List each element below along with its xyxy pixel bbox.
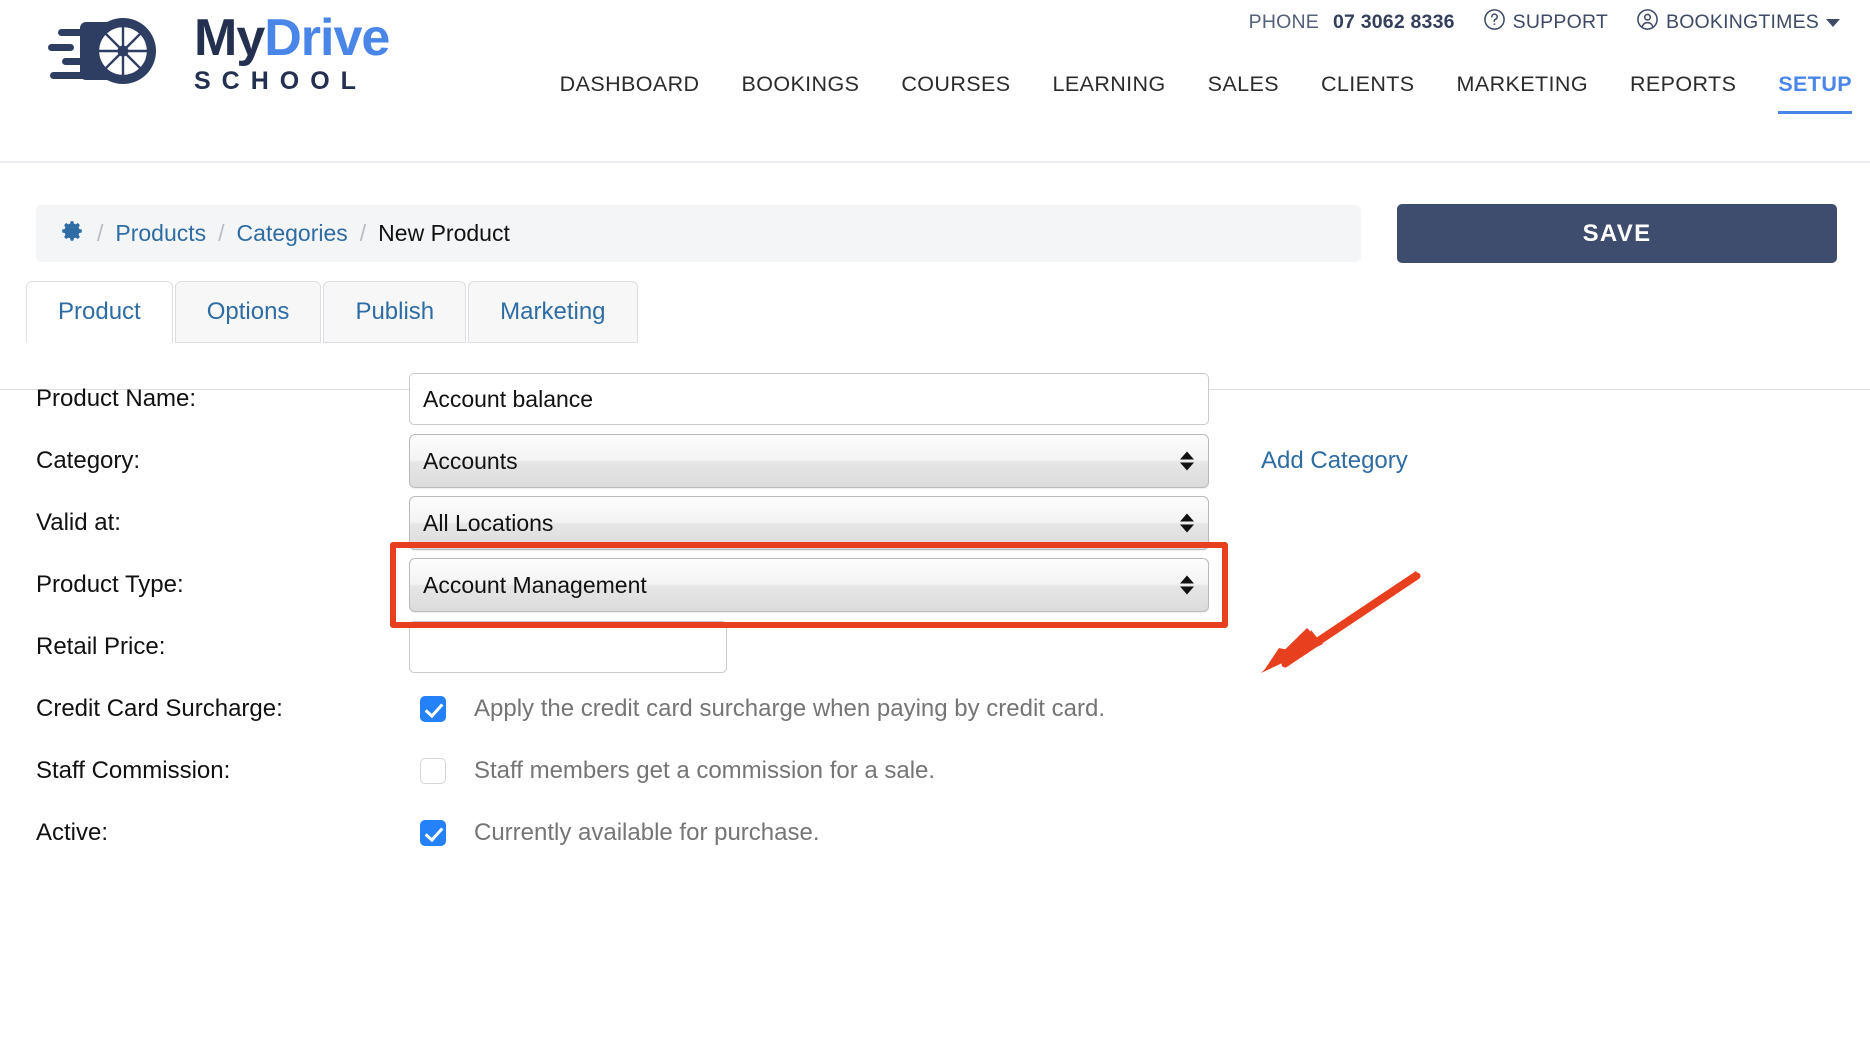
staff-commission-control: Staff members get a commission for a sal…	[409, 757, 935, 785]
logo-text-secondary: SCHOOL	[194, 67, 367, 95]
nav-item-courses[interactable]: COURSES	[901, 72, 1010, 111]
main-navigation: DASHBOARD BOOKINGS COURSES LEARNING SALE…	[560, 72, 1852, 114]
field-row-retail-price: Retail Price:	[36, 616, 1870, 678]
field-row-product-type: Product Type: Account Management	[36, 542, 1870, 628]
credit-card-surcharge-control: Apply the credit card surcharge when pay…	[409, 695, 1105, 723]
phone-number[interactable]: 07 3062 8336	[1333, 11, 1455, 34]
add-category-link[interactable]: Add Category	[1261, 447, 1408, 475]
breadcrumb-item-categories[interactable]: Categories	[237, 220, 348, 247]
user-circle-icon	[1636, 8, 1659, 37]
logo[interactable]: MyDrive SCHOOL	[48, 8, 390, 95]
label-retail-price: Retail Price:	[36, 633, 166, 660]
category-select-value: Accounts	[423, 447, 518, 474]
nav-item-dashboard[interactable]: DASHBOARD	[560, 72, 700, 111]
product-type-select-value: Account Management	[423, 571, 647, 598]
nav-item-bookings[interactable]: BOOKINGS	[741, 72, 859, 111]
logo-text-accent: Drive	[264, 9, 390, 67]
nav-item-reports[interactable]: REPORTS	[1630, 72, 1736, 111]
nav-item-clients[interactable]: CLIENTS	[1321, 72, 1415, 111]
logo-wordmark: MyDrive SCHOOL	[194, 8, 390, 95]
nav-item-setup[interactable]: SETUP	[1778, 72, 1852, 114]
retail-price-input[interactable]	[409, 621, 727, 673]
tab-bar: Product Options Publish Marketing	[26, 281, 1870, 343]
select-arrows-icon	[1180, 513, 1194, 533]
phone-info: PHONE 07 3062 8336	[1249, 11, 1455, 34]
field-row-category: Category: Accounts Add Category	[36, 430, 1870, 492]
label-product-type: Product Type:	[36, 571, 184, 598]
valid-at-select-value: All Locations	[423, 509, 554, 536]
label-staff-commission: Staff Commission:	[36, 757, 231, 784]
label-credit-card-surcharge: Credit Card Surcharge:	[36, 695, 283, 722]
field-row-product-name: Product Name:	[36, 368, 1870, 430]
product-type-select[interactable]: Account Management	[409, 558, 1209, 612]
nav-item-marketing[interactable]: MARKETING	[1457, 72, 1588, 111]
active-control: Currently available for purchase.	[409, 819, 820, 847]
caret-down-icon	[1826, 11, 1840, 34]
support-label: SUPPORT	[1512, 11, 1608, 33]
tab-marketing[interactable]: Marketing	[468, 281, 638, 343]
select-arrows-icon	[1180, 575, 1194, 595]
account-label: BOOKINGTIMES	[1665, 11, 1819, 33]
category-select[interactable]: Accounts	[409, 434, 1209, 488]
field-row-staff-commission: Staff Commission: Staff members get a co…	[36, 740, 1870, 802]
tab-options[interactable]: Options	[174, 281, 322, 343]
product-form: Product Name: Category: Accounts Add Cat…	[0, 368, 1870, 864]
credit-card-surcharge-text: Apply the credit card surcharge when pay…	[474, 695, 1105, 722]
label-valid-at: Valid at:	[36, 509, 121, 536]
staff-commission-text: Staff members get a commission for a sal…	[474, 757, 936, 784]
field-row-valid-at: Valid at: All Locations	[36, 492, 1870, 554]
breadcrumb-separator-3: /	[359, 220, 367, 246]
breadcrumb-item-products[interactable]: Products	[115, 220, 206, 247]
breadcrumb-separator-2: /	[218, 220, 225, 246]
support-link[interactable]: SUPPORT	[1483, 8, 1608, 37]
product-name-input[interactable]	[409, 373, 1209, 425]
valid-at-select[interactable]: All Locations	[409, 496, 1209, 550]
tab-product[interactable]: Product	[26, 281, 173, 343]
active-text: Currently available for purchase.	[474, 819, 820, 846]
credit-card-surcharge-checkbox[interactable]	[420, 696, 446, 722]
wheel-speed-icon	[48, 18, 156, 84]
nav-item-learning[interactable]: LEARNING	[1052, 72, 1165, 111]
select-arrows-icon	[1180, 451, 1194, 471]
active-checkbox[interactable]	[420, 820, 446, 846]
breadcrumb-item-current: New Product	[378, 220, 510, 246]
site-header: MyDrive SCHOOL PHONE 07 3062 8336 SUPPOR…	[0, 0, 1870, 163]
phone-label: PHONE	[1248, 11, 1319, 33]
question-circle-icon	[1483, 8, 1506, 37]
breadcrumb: / Products / Categories / New Product	[36, 205, 1361, 262]
nav-item-sales[interactable]: SALES	[1208, 72, 1279, 111]
logo-text-primary: My	[194, 9, 265, 67]
field-row-credit-card-surcharge: Credit Card Surcharge: Apply the credit …	[36, 678, 1870, 740]
account-menu[interactable]: BOOKINGTIMES	[1636, 8, 1840, 37]
gear-icon[interactable]	[59, 218, 85, 250]
header-utility-bar: PHONE 07 3062 8336 SUPPORT BOOKINGTIMES	[1249, 8, 1840, 37]
label-category: Category:	[36, 447, 141, 474]
staff-commission-checkbox[interactable]	[420, 758, 446, 784]
field-row-active: Active: Currently available for purchase…	[36, 802, 1870, 864]
product-type-highlight-wrapper: Account Management	[390, 542, 1228, 628]
label-active: Active:	[36, 819, 109, 846]
breadcrumb-separator-1: /	[97, 220, 104, 246]
save-button[interactable]: SAVE	[1397, 204, 1837, 263]
tab-publish[interactable]: Publish	[323, 281, 467, 343]
page-action-bar: / Products / Categories / New Product SA…	[0, 163, 1870, 273]
label-product-name: Product Name:	[36, 385, 197, 412]
